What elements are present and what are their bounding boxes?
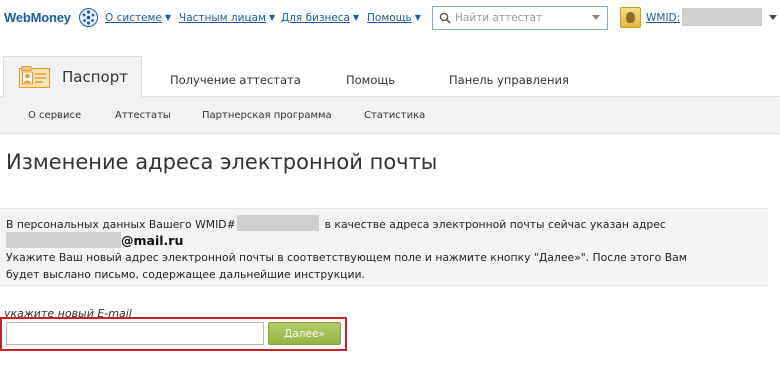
service-tabs: Паспорт Получение аттестата Помощь Панел… — [0, 56, 780, 98]
wmid-label[interactable]: WMID: — [646, 12, 680, 24]
nav-individuals-label: Частным лицам — [179, 12, 266, 24]
subnav-attestats[interactable]: Аттестаты — [115, 110, 171, 121]
subnav-about-service[interactable]: О сервисе — [28, 110, 81, 121]
info-line-2: @mail.ru — [6, 232, 183, 250]
chevron-down-icon: ▼ — [414, 13, 421, 22]
tab-help[interactable]: Помощь — [346, 73, 395, 87]
search-icon — [439, 12, 451, 24]
info-line-4: будет выслано письмо, содержащее дальней… — [6, 268, 365, 281]
tab-get-attestat[interactable]: Получение аттестата — [170, 73, 301, 87]
top-bar: WebMoney О системе ▼ Частным лицам ▼ Для б… — [0, 0, 780, 38]
search-input[interactable] — [455, 10, 585, 26]
chevron-down-icon: ▼ — [352, 13, 360, 22]
email-domain: @mail.ru — [121, 233, 184, 248]
nav-individuals[interactable]: Частным лицам ▼ — [179, 12, 275, 24]
info-line-3: Укажите Ваш новый адрес электронной почт… — [6, 251, 687, 264]
nav-about-label: О системе — [105, 12, 162, 24]
email-redacted — [6, 232, 121, 248]
nav-help[interactable]: Помощь ▼ — [367, 12, 421, 24]
avatar[interactable] — [620, 7, 641, 28]
webmoney-globe-icon[interactable] — [79, 8, 98, 27]
webmoney-logo[interactable]: WebMoney — [4, 10, 71, 25]
subnav-partner-program[interactable]: Партнерская программа — [202, 110, 332, 121]
nav-business-label: Для бизнеса — [281, 12, 350, 24]
wmid-redacted — [236, 215, 319, 231]
nav-about[interactable]: О системе ▼ — [105, 12, 171, 24]
page-title: Изменение адреса электронной почты — [6, 150, 438, 174]
sub-nav: О сервисе Аттестаты Партнерская программ… — [0, 97, 780, 134]
chevron-down-icon[interactable] — [592, 15, 600, 20]
tab-passport[interactable]: Паспорт — [3, 56, 142, 98]
info-line-1: В персональных данных Вашего WMID# в каче… — [6, 215, 666, 233]
wmid-redacted — [682, 8, 762, 26]
chevron-down-icon: ▼ — [268, 13, 276, 22]
info-text-wmid-prefix: В персональных данных Вашего WMID# — [6, 218, 236, 231]
info-panel: В персональных данных Вашего WMID# в каче… — [0, 208, 768, 286]
nav-help-label: Помощь — [367, 12, 412, 24]
chevron-down-icon[interactable] — [769, 15, 777, 20]
new-email-field[interactable] — [6, 322, 264, 345]
tab-passport-label: Паспорт — [62, 68, 128, 86]
info-text-current-email: в качестве адреса электронной почты сейч… — [324, 218, 666, 231]
nav-business[interactable]: Для бизнеса ▼ — [281, 12, 359, 24]
attestat-search — [432, 6, 608, 30]
passport-icon — [19, 66, 50, 88]
subnav-statistics[interactable]: Статистика — [364, 110, 425, 121]
chevron-down-icon: ▼ — [164, 13, 172, 22]
tab-control-panel[interactable]: Панель управления — [449, 73, 569, 87]
next-button[interactable]: Далее» — [268, 322, 341, 345]
